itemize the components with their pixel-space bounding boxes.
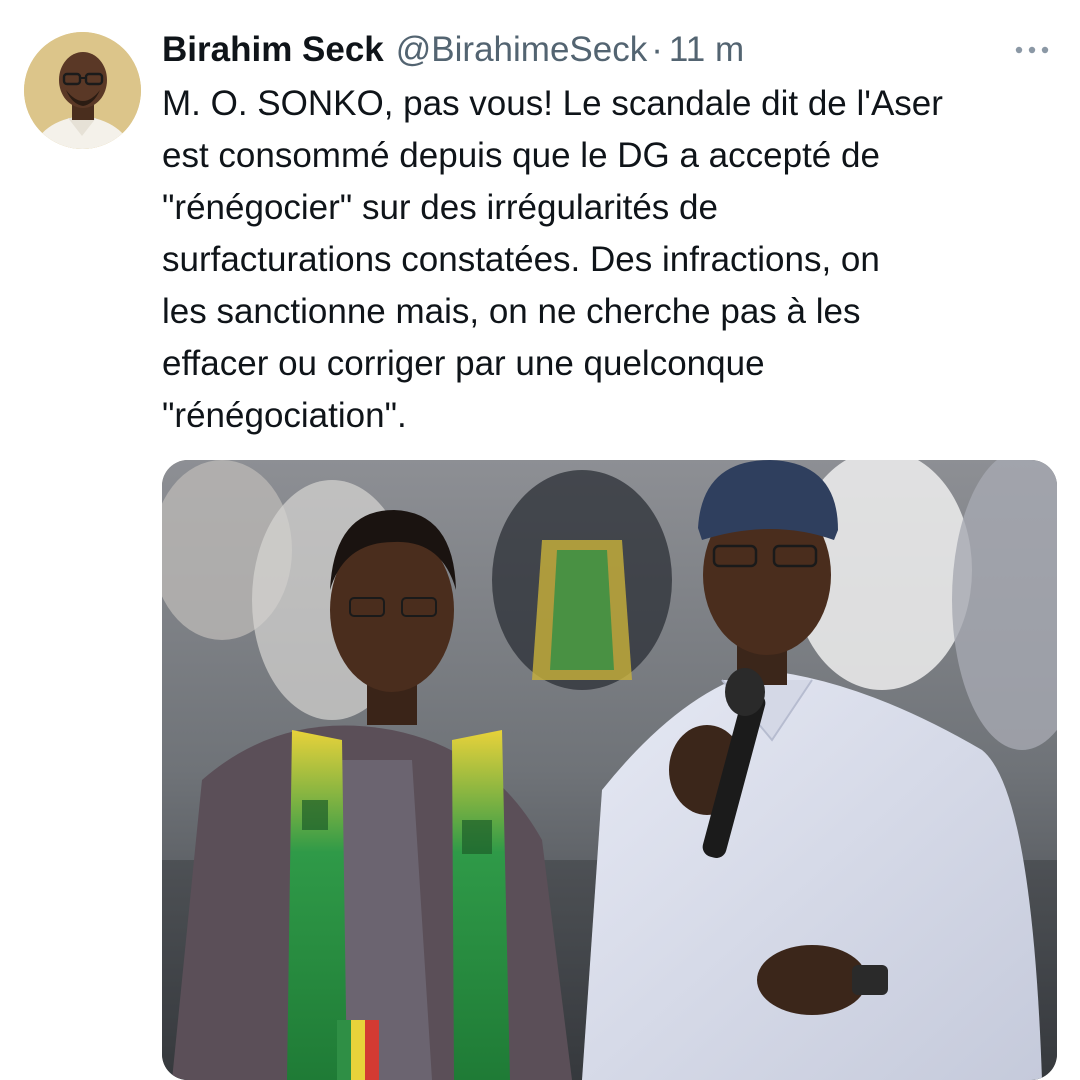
avatar-portrait	[24, 32, 141, 149]
author-handle[interactable]: @BirahimeSeck	[396, 28, 647, 72]
tweet-timestamp[interactable]: 11 m	[669, 28, 744, 72]
tweet-text-line: effacer ou corriger par une quelconque	[162, 344, 765, 383]
tweet-text-line: "rénégocier" sur des irrégularités de	[162, 188, 718, 227]
tweet-text-line: "rénégociation".	[162, 396, 407, 435]
tweet-media-photo[interactable]	[162, 460, 1057, 1080]
tweet-header: Birahim Seck @BirahimeSeck · 11 m	[162, 28, 744, 72]
tweet-text-line: est consommé depuis que le DG a accepté …	[162, 136, 880, 175]
more-options-button[interactable]	[1010, 36, 1054, 64]
tweet-text-line: les sanctionne mais, on ne cherche pas à…	[162, 292, 861, 331]
tweet-text-line: M. O. SONKO, pas vous! Le scandale dit d…	[162, 84, 943, 123]
author-name[interactable]: Birahim Seck	[162, 28, 384, 72]
author-avatar[interactable]	[24, 32, 141, 149]
header-separator: ·	[651, 30, 663, 69]
tweet-text: M. O. SONKO, pas vous! Le scandale dit d…	[162, 78, 1042, 442]
more-horizontal-icon	[1015, 46, 1049, 54]
rally-photo	[162, 460, 1057, 1080]
tweet-text-line: surfacturations constatées. Des infracti…	[162, 240, 880, 279]
tweet[interactable]: Birahim Seck @BirahimeSeck · 11 m M. O. …	[0, 0, 1080, 1080]
